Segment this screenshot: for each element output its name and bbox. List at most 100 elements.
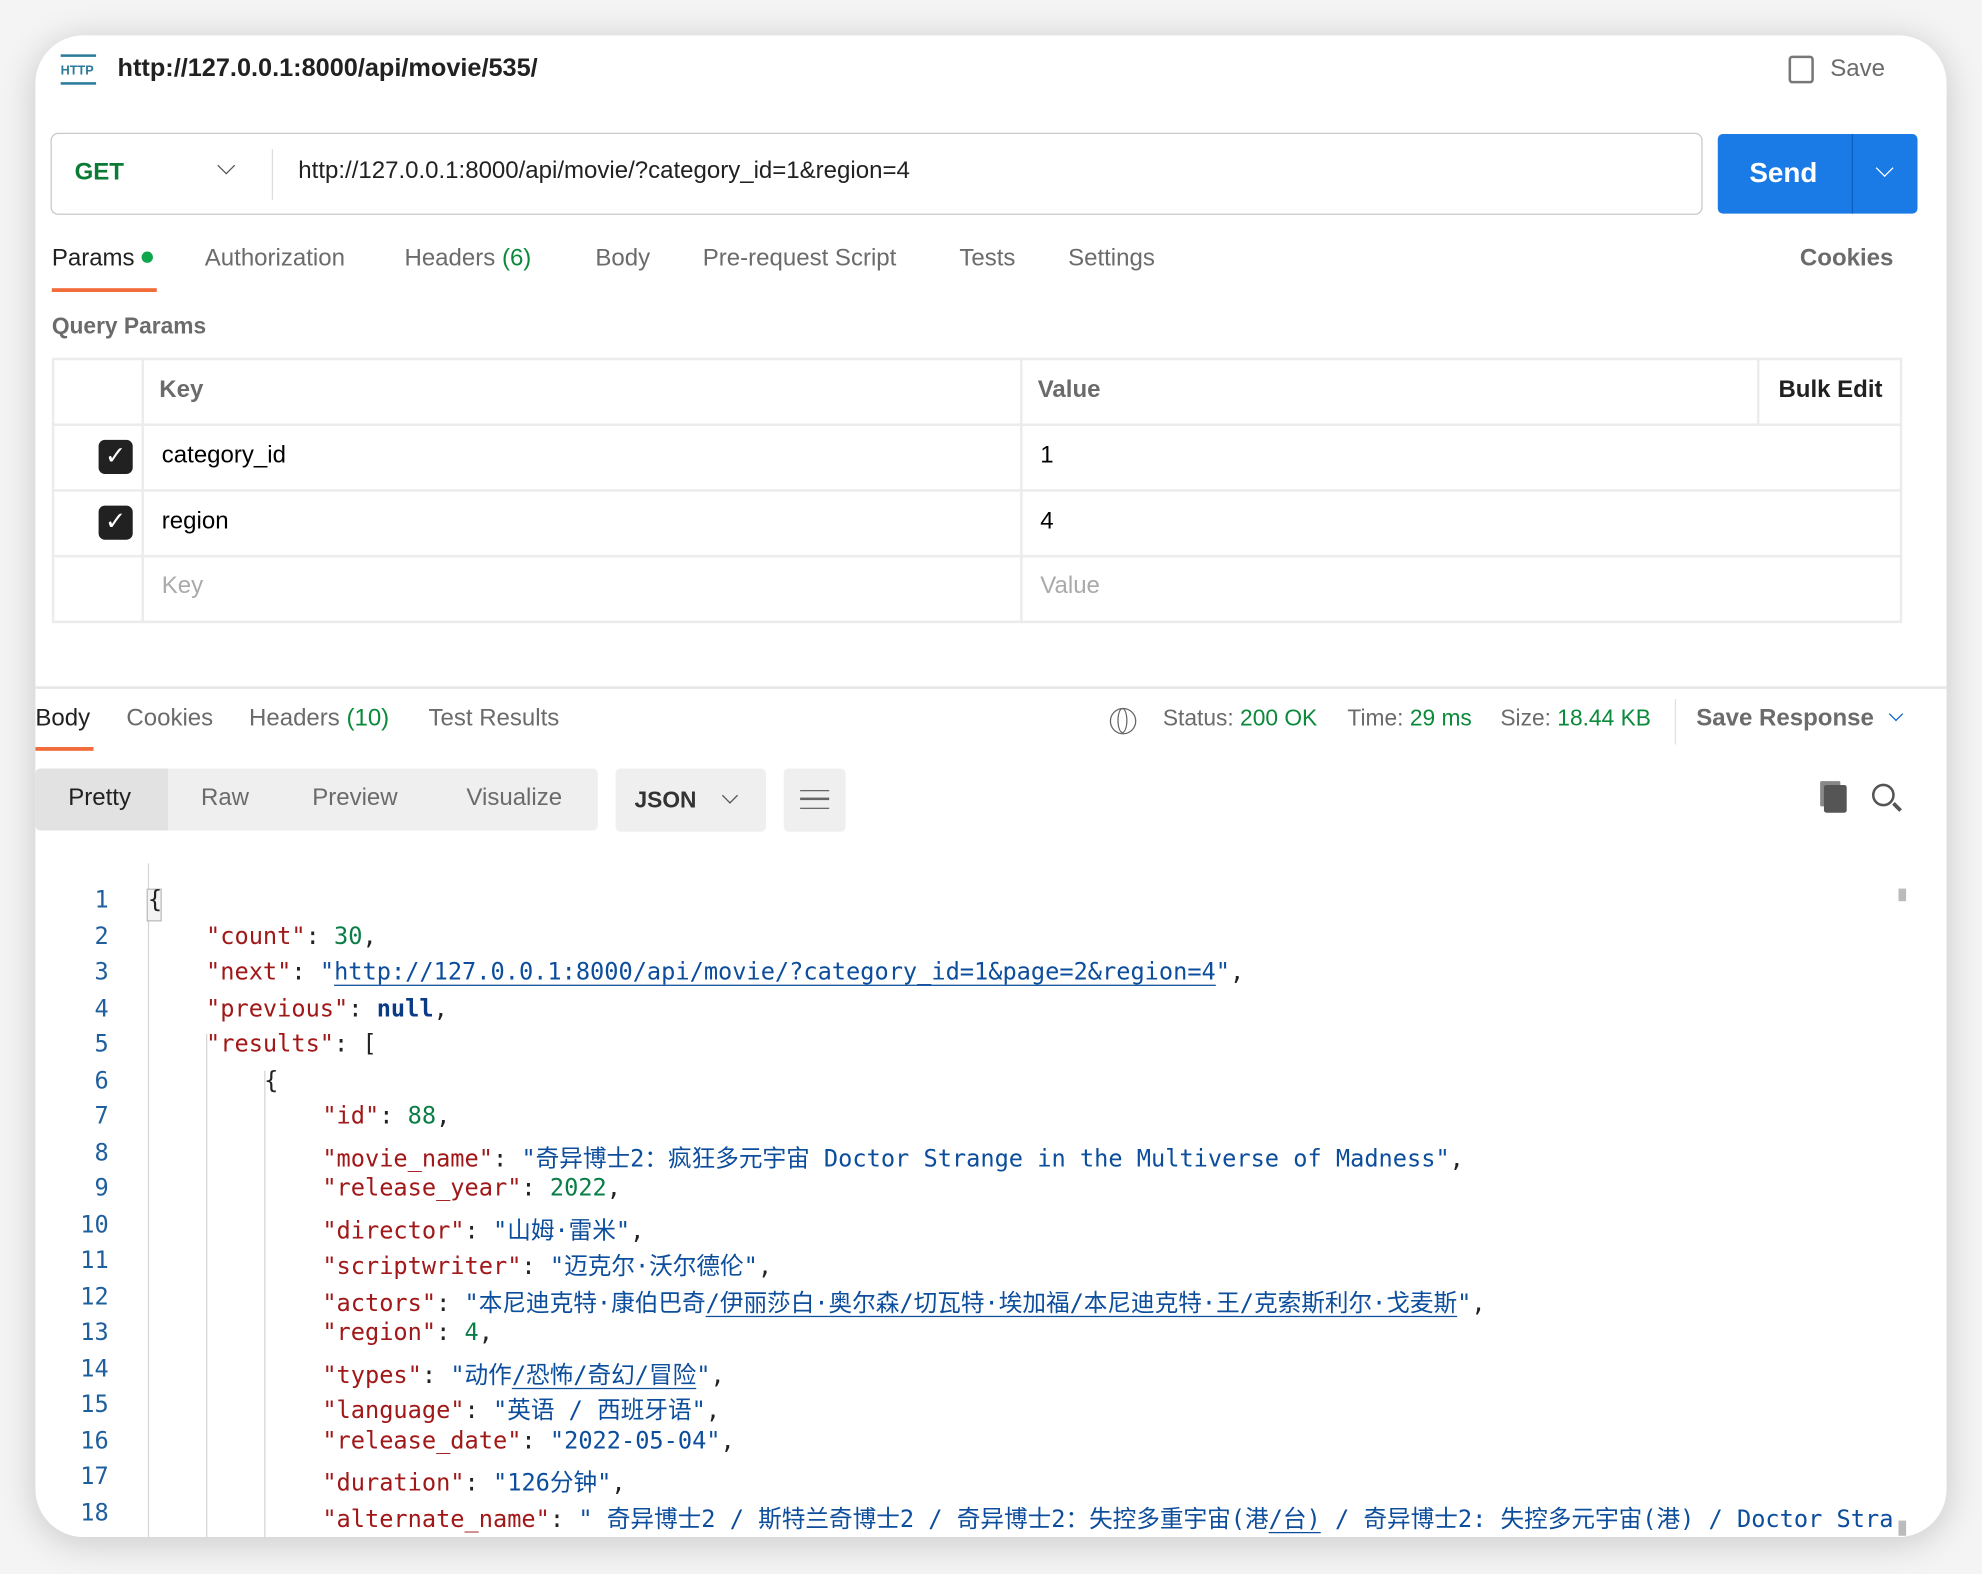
- json-link[interactable]: http://127.0.0.1:8000/api/movie/?categor…: [334, 959, 1216, 986]
- tab-tests[interactable]: Tests: [959, 245, 1015, 273]
- scrollbar-thumb[interactable]: [1898, 1520, 1907, 1536]
- view-pretty[interactable]: Pretty: [35, 768, 169, 831]
- format-select[interactable]: JSON: [615, 768, 766, 832]
- response-tab-body[interactable]: Body: [35, 705, 90, 733]
- param-checkbox[interactable]: ✓: [98, 439, 133, 475]
- view-preview[interactable]: Preview: [312, 785, 397, 813]
- code-line: {: [148, 887, 162, 914]
- param-key[interactable]: region: [162, 508, 229, 536]
- param-checkbox[interactable]: ✓: [98, 505, 133, 540]
- method-select[interactable]: GET: [52, 134, 269, 214]
- url-input[interactable]: http://127.0.0.1:8000/api/movie/?categor…: [298, 158, 910, 186]
- json-key: "release_date": [322, 1427, 522, 1455]
- json-token: :: [379, 1103, 408, 1131]
- json-token: :: [492, 1145, 522, 1173]
- json-token: "奇异博士2：疯狂多元宇宙 Doctor Strange in the Mult…: [521, 1145, 1450, 1173]
- json-token: 2022: [549, 1175, 607, 1203]
- tab-body[interactable]: Body: [595, 245, 650, 273]
- http-icon: HTTP: [60, 54, 97, 85]
- code-line: "scriptwriter": "迈克尔·沃尔德伦",: [322, 1248, 772, 1282]
- size-readout[interactable]: Size: 18.44 KB: [1500, 705, 1651, 732]
- json-token: :: [436, 1289, 465, 1317]
- json-token: "山姆·雷米": [492, 1217, 631, 1245]
- line-number: 5: [94, 1031, 109, 1058]
- json-token: ,: [705, 1397, 721, 1425]
- tab-pre-request-script[interactable]: Pre-request Script: [703, 245, 897, 273]
- save-response-button[interactable]: Save Response: [1696, 705, 1903, 733]
- code-line: "actors": "本尼迪克特·康伯巴奇/伊丽莎白·奥尔森/切瓦特·埃加福/本…: [322, 1284, 1485, 1318]
- code-line: "count": 30,: [206, 923, 377, 950]
- json-token: ,: [710, 1361, 725, 1389]
- json-token: :: [549, 1506, 579, 1533]
- scrollbar[interactable]: [1898, 888, 1907, 902]
- code-line: "director": "山姆·雷米",: [322, 1212, 644, 1246]
- globe-icon[interactable]: [1109, 707, 1137, 735]
- json-token: "126分钟": [492, 1470, 612, 1497]
- request-title[interactable]: http://127.0.0.1:8000/api/movie/535/: [118, 54, 538, 83]
- cookies-link[interactable]: Cookies: [1800, 245, 1893, 273]
- json-token: ": [696, 1361, 711, 1389]
- response-tab-test-results[interactable]: Test Results: [428, 705, 559, 733]
- json-token: ,: [1588, 1536, 1602, 1537]
- response-tab-headers[interactable]: Headers (10): [249, 705, 389, 733]
- divider: [141, 357, 145, 624]
- code-line: "release_date": "2022-05-04",: [322, 1428, 734, 1455]
- json-token: ,: [1471, 1289, 1486, 1317]
- json-token: "英语 / 西班牙语": [492, 1397, 706, 1425]
- json-token: " 奇异博士2 / 斯特兰奇博士2 / 奇异博士2：失控多重宇宙(港: [578, 1506, 1269, 1533]
- param-value[interactable]: 4: [1040, 508, 1053, 536]
- code-line: "results": [: [206, 1031, 377, 1058]
- json-token: "https://img2.doubanio.com/view/photo/s_…: [507, 1536, 1588, 1537]
- new-param-value-input[interactable]: Value: [1040, 573, 1100, 601]
- line-number: 19: [35, 1536, 108, 1537]
- json-token: ,: [362, 923, 377, 950]
- panel-divider[interactable]: [35, 686, 1947, 689]
- tab-settings[interactable]: Settings: [1068, 245, 1155, 273]
- response-tab-cookies[interactable]: Cookies: [126, 705, 213, 733]
- json-key: "image_url": [322, 1536, 478, 1537]
- new-param-key-input[interactable]: Key: [162, 573, 203, 601]
- time-readout[interactable]: Time: 29 ms: [1347, 705, 1471, 732]
- json-token: :: [521, 1427, 550, 1455]
- view-visualize[interactable]: Visualize: [466, 785, 562, 813]
- json-token: "动作: [450, 1361, 512, 1389]
- json-token: ,: [720, 1427, 735, 1455]
- active-tab-underline: [35, 747, 94, 751]
- send-button[interactable]: Send: [1717, 133, 1918, 214]
- json-token: :: [521, 1175, 550, 1203]
- json-link[interactable]: /伊丽莎白·奥尔森/切瓦特·埃加福/本尼迪克特·王/克索斯利尔·戈麦斯: [706, 1290, 1458, 1317]
- view-raw[interactable]: Raw: [201, 785, 249, 813]
- json-token: ,: [436, 1103, 451, 1131]
- json-link[interactable]: /恐怖/奇幻/冒险: [512, 1362, 696, 1389]
- json-token: "本尼迪克特·康伯巴奇: [464, 1289, 706, 1317]
- json-key: "next": [206, 959, 292, 986]
- copy-icon[interactable]: [1823, 784, 1847, 813]
- json-token: ": [1457, 1289, 1472, 1317]
- column-header-key: Key: [159, 376, 204, 404]
- json-key: "results": [206, 1031, 335, 1058]
- json-key: "previous": [206, 995, 349, 1022]
- response-body-editor[interactable]: 1{2 "count": 30, 3 "next": "http://127.0.0.…: [35, 851, 1946, 1538]
- search-icon[interactable]: [1871, 783, 1902, 812]
- active-dot: [141, 251, 153, 263]
- chevron-down-icon[interactable]: [1875, 159, 1894, 178]
- json-key: "types": [322, 1361, 422, 1389]
- json-key: "id": [322, 1103, 380, 1131]
- json-token: :: [479, 1536, 507, 1537]
- param-value[interactable]: 1: [1040, 442, 1053, 470]
- bulk-edit-button[interactable]: Bulk Edit: [1778, 377, 1882, 405]
- json-token: ,: [1449, 1145, 1464, 1173]
- json-token: 30: [334, 923, 363, 950]
- json-token: {: [147, 887, 163, 914]
- status-readout[interactable]: Status: 200 OK: [1163, 705, 1317, 732]
- tab-params[interactable]: Params: [52, 245, 153, 273]
- wrap-lines-button[interactable]: [783, 768, 846, 832]
- json-link[interactable]: /台): [1269, 1506, 1321, 1533]
- save-button[interactable]: Save: [1830, 56, 1885, 84]
- code-line: "region": 4,: [322, 1320, 493, 1347]
- tab-label: Params: [51, 245, 135, 272]
- tab-authorization[interactable]: Authorization: [205, 245, 345, 273]
- param-key[interactable]: category_id: [162, 442, 286, 470]
- tab-headers[interactable]: Headers (6): [404, 245, 531, 273]
- json-token: ,: [611, 1470, 626, 1497]
